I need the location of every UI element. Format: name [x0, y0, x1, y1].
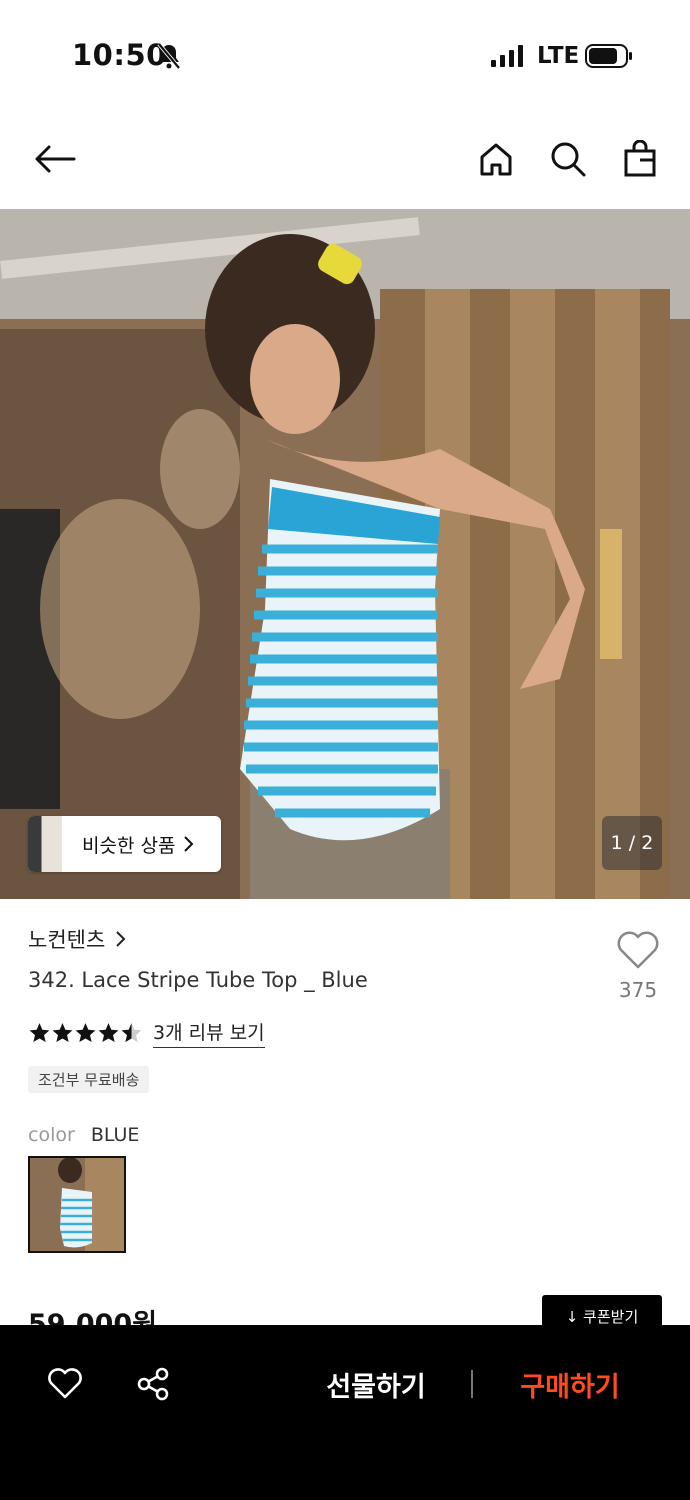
star-icon [52, 1023, 73, 1043]
search-icon [551, 142, 586, 177]
share-icon [137, 1367, 169, 1401]
wishlist-button[interactable]: 375 [610, 930, 666, 1002]
back-button[interactable] [32, 136, 78, 182]
rating-row: 3개 리뷰 보기 [28, 1018, 265, 1048]
product-image[interactable] [0, 209, 690, 899]
star-icon [29, 1023, 50, 1043]
brand-link[interactable]: 노컨텐츠 [28, 924, 127, 954]
share-button[interactable] [134, 1365, 172, 1403]
signal-icon [491, 45, 523, 67]
shopping-bag-icon [624, 140, 656, 177]
similar-products-button[interactable]: 비슷한 상품 [28, 816, 221, 872]
similar-products-label: 비슷한 상품 [82, 834, 176, 857]
top-nav [0, 120, 690, 200]
wish-count: 375 [618, 978, 658, 1002]
heart-icon [617, 931, 659, 969]
page-indicator: 1 / 2 [602, 816, 662, 870]
search-button[interactable] [545, 136, 591, 182]
star-rating [28, 1022, 143, 1044]
arrow-left-icon [35, 145, 76, 173]
home-icon [480, 143, 512, 176]
option-key: color [28, 1124, 75, 1146]
color-option-row: color BLUE [28, 1124, 139, 1146]
chevron-right-icon [116, 931, 126, 947]
divider [471, 1370, 473, 1398]
star-icon [75, 1023, 96, 1043]
brand-name: 노컨텐츠 [28, 928, 106, 952]
status-time: 10:50 [72, 38, 167, 72]
bell-muted-icon [157, 42, 181, 70]
home-button[interactable] [473, 136, 519, 182]
heart-icon [48, 1368, 82, 1399]
shipping-badge: 조건부 무료배송 [28, 1066, 150, 1093]
chevron-right-icon [184, 836, 194, 852]
product-photo [0, 209, 690, 899]
buy-button[interactable]: 구매하기 [490, 1355, 650, 1413]
network-label: LTE [537, 43, 580, 69]
swatch-thumbnail [30, 1158, 124, 1251]
cart-button[interactable] [617, 136, 663, 182]
bottom-action-bar: 선물하기 구매하기 [0, 1325, 690, 1500]
product-title: 342. Lace Stripe Tube Top _ Blue [28, 968, 368, 992]
review-link[interactable]: 3개 리뷰 보기 [153, 1018, 265, 1048]
star-icon [121, 1023, 142, 1043]
option-value: BLUE [90, 1124, 140, 1146]
gift-button[interactable]: 선물하기 [296, 1355, 456, 1413]
bottom-wishlist-button[interactable] [46, 1365, 84, 1403]
star-icon [98, 1023, 119, 1043]
similar-thumbnail [28, 816, 62, 872]
battery-icon [585, 44, 632, 68]
status-bar: 10:50 LTE [0, 0, 690, 110]
color-swatch[interactable] [28, 1156, 126, 1253]
